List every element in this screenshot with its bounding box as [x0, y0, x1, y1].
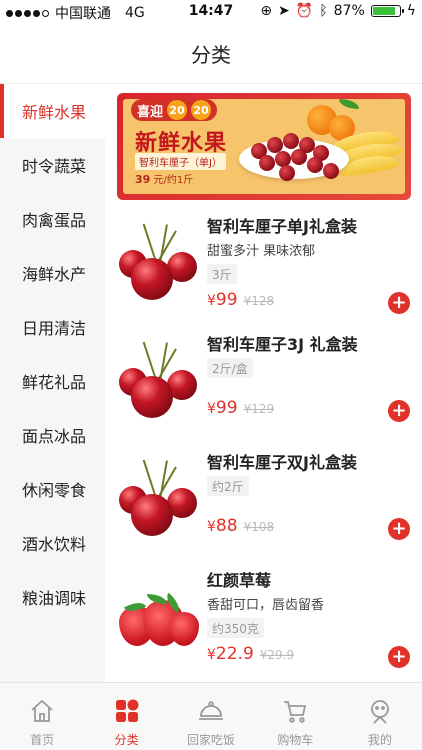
add-to-cart-button[interactable]: + — [388, 646, 410, 668]
price-currency: ¥ — [207, 293, 216, 309]
orientation-lock-icon: ⊕ — [260, 3, 273, 19]
product-spec: 约2斤 — [207, 476, 249, 496]
product-name[interactable]: 红颜草莓 — [207, 567, 271, 591]
battery-icon — [370, 5, 404, 17]
price-currency: ¥ — [207, 401, 216, 417]
price-value: 99 — [215, 290, 238, 310]
product-name[interactable]: 智利车厘子3J 礼盒装 — [207, 331, 358, 355]
tab-cart[interactable]: 购物车 — [253, 683, 337, 750]
sidebar-item-label: 日用清洁 — [22, 319, 87, 338]
product-desc: 甜蜜多汁 果味浓郁 — [207, 244, 316, 259]
promo-banner[interactable]: 喜迎 20 20 新鲜水果 智利车厘子（单J） 39 元/约1斤 — [117, 93, 411, 200]
product-name[interactable]: 智利车厘子双J礼盒装 — [207, 449, 357, 473]
tab-category[interactable]: 分类 — [84, 683, 168, 750]
tab-label: 分类 — [114, 733, 139, 747]
original-price: ¥29.9 — [259, 648, 295, 662]
bluetooth-icon: ᛒ — [319, 3, 328, 19]
sidebar-item[interactable]: 日用清洁 — [0, 300, 105, 354]
price-value: 22.9 — [215, 644, 254, 664]
product-image[interactable] — [117, 340, 199, 422]
cart-icon — [281, 697, 309, 731]
sidebar-item-label: 酒水饮料 — [22, 535, 87, 554]
nav-bar: 分类 — [0, 24, 422, 84]
product-card[interactable]: 智利车厘子单J礼盒装甜蜜多汁 果味浓郁 3斤 ¥99 ¥128 + — [105, 202, 422, 320]
product-spec: 3斤 — [207, 264, 237, 284]
sidebar-item[interactable]: 新鲜水果 — [0, 84, 105, 138]
price-value: 99 — [215, 398, 238, 418]
product-image[interactable] — [117, 576, 199, 658]
banner-price: 39 元/约1斤 — [135, 171, 193, 186]
alarm-icon: ⏰ — [295, 3, 314, 19]
banner-subtitle: 智利车厘子（单J） — [135, 153, 226, 170]
category-icon — [113, 697, 141, 731]
sidebar-item-label: 面点冰品 — [22, 427, 87, 446]
product-price: ¥99 ¥129 — [207, 398, 274, 418]
product-spec: 约350克 — [207, 618, 264, 638]
tab-label: 我的 — [367, 733, 392, 747]
sidebar-item-label: 新鲜水果 — [22, 103, 87, 122]
sidebar-item[interactable]: 面点冰品 — [0, 408, 105, 462]
banner-tag-text: 喜迎 — [137, 104, 164, 120]
sidebar-item-label: 休闲零食 — [22, 481, 87, 500]
banner-price-unit: 元/约1斤 — [153, 175, 194, 186]
sidebar-item-label: 时令蔬菜 — [22, 157, 87, 176]
sidebar-item[interactable]: 休闲零食 — [0, 462, 105, 516]
sidebar-item[interactable]: 肉禽蛋品 — [0, 192, 105, 246]
profile-icon — [366, 697, 394, 731]
product-spec: 2斤/盒 — [207, 358, 253, 378]
sidebar-item-label: 粮油调味 — [22, 589, 87, 608]
banner-year-a: 20 — [167, 100, 188, 120]
sidebar-item-label: 鲜花礼品 — [22, 373, 87, 392]
product-price: ¥22.9 ¥29.9 — [207, 644, 294, 664]
battery-percent: 87% — [333, 3, 365, 19]
sidebar-item[interactable]: 鲜花礼品 — [0, 354, 105, 408]
product-card[interactable]: 智利车厘子双J礼盒装约2斤 ¥88 ¥108 + — [105, 438, 422, 556]
tab-home[interactable]: 首页 — [0, 683, 84, 750]
sidebar-item-label: 肉禽蛋品 — [22, 211, 87, 230]
price-currency: ¥ — [207, 519, 216, 535]
page-title: 分类 — [191, 43, 231, 67]
original-price: ¥128 — [243, 294, 275, 308]
product-card[interactable]: 红颜草莓香甜可口，唇齿留香约350克 ¥22.9 ¥29.9 + — [105, 556, 422, 674]
sidebar-item-label: 海鲜水产 — [22, 265, 87, 284]
location-icon: ➤ — [278, 3, 290, 19]
product-price: ¥99 ¥128 — [207, 290, 274, 310]
status-bar: 中国联通 4G 14:47 ⊕ ➤ ⏰ ᛒ 87% ϟ — [0, 0, 422, 24]
product-price: ¥88 ¥108 — [207, 516, 274, 536]
banner-year-b: 20 — [191, 100, 212, 120]
sidebar-item[interactable]: 粮油调味 — [0, 570, 105, 624]
tab-bar: 首页 分类 回家吃饭 购物车 我的 — [0, 682, 422, 750]
home-icon — [28, 697, 56, 731]
charging-icon: ϟ — [406, 3, 416, 19]
category-content: 喜迎 20 20 新鲜水果 智利车厘子（单J） 39 元/约1斤 智利车厘子单J… — [105, 84, 422, 682]
tab-dish[interactable]: 回家吃饭 — [169, 683, 253, 750]
add-to-cart-button[interactable]: + — [388, 400, 410, 422]
sidebar-item[interactable]: 时令蔬菜 — [0, 138, 105, 192]
tab-label: 首页 — [30, 733, 55, 747]
product-name[interactable]: 智利车厘子单J礼盒装 — [207, 213, 357, 237]
sidebar-item[interactable]: 海鲜水产 — [0, 246, 105, 300]
product-desc: 香甜可口，唇齿留香 — [207, 598, 325, 613]
category-sidebar: 新鲜水果时令蔬菜肉禽蛋品海鲜水产日用清洁鲜花礼品面点冰品休闲零食酒水饮料粮油调味 — [0, 84, 105, 682]
product-image[interactable] — [117, 222, 199, 304]
dish-icon — [197, 697, 225, 731]
banner-tag: 喜迎 20 20 — [131, 99, 218, 121]
original-price: ¥108 — [243, 520, 275, 534]
add-to-cart-button[interactable]: + — [388, 518, 410, 540]
product-image[interactable] — [117, 458, 199, 540]
product-card[interactable]: 智利车厘子3J 礼盒装 2斤/盒 ¥99 ¥129 + — [105, 320, 422, 438]
add-to-cart-button[interactable]: + — [388, 292, 410, 314]
tab-profile[interactable]: 我的 — [338, 683, 422, 750]
original-price: ¥129 — [243, 402, 275, 416]
tab-label: 购物车 — [277, 733, 314, 747]
status-right: ⊕ ➤ ⏰ ᛒ 87% ϟ — [260, 3, 416, 19]
price-currency: ¥ — [207, 647, 216, 663]
sidebar-item[interactable]: 酒水饮料 — [0, 516, 105, 570]
tab-label: 回家吃饭 — [187, 733, 236, 747]
price-value: 88 — [215, 516, 238, 536]
banner-price-value: 39 — [135, 173, 151, 186]
